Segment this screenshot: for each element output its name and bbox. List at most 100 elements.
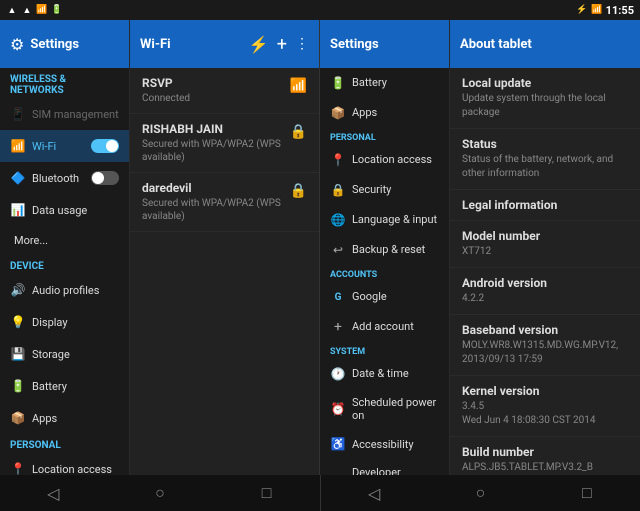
signal2-icon: ▲ — [21, 4, 33, 16]
data-icon: 📊 — [10, 202, 26, 218]
network-sub-daredevil: Secured with WPA/WPA2 (WPSavailable) — [142, 197, 281, 223]
accessibility-icon: ♿ — [330, 436, 346, 452]
settings-nav-item-battery[interactable]: 🔋 Battery — [320, 68, 449, 98]
nav-section-personal: PERSONAL — [320, 128, 449, 145]
wifi-network-daredevil[interactable]: daredevil Secured with WPA/WPA2 (WPSavai… — [130, 173, 319, 232]
network-name-daredevil: daredevil — [142, 181, 281, 195]
status-time: 11:55 — [606, 4, 634, 17]
sidebar-item-data[interactable]: 📊 Data usage — [0, 194, 129, 226]
settings-nav-item-addaccount[interactable]: + Add account — [320, 312, 449, 342]
more-label: More... — [10, 234, 48, 247]
language2-label: Language & input — [352, 213, 437, 226]
wifi-signal-rsvp: 📶 — [290, 78, 307, 94]
about-item-kernel: Kernel version 3.4.5Wed Jun 4 18:08:30 C… — [450, 376, 640, 437]
wifi-add-icon[interactable]: + — [277, 34, 287, 55]
left-recent-button[interactable]: □ — [249, 479, 285, 507]
android-title: Android version — [462, 276, 628, 290]
settings-nav-item-datetime[interactable]: 🕐 Date & time — [320, 359, 449, 389]
network-sub-rishabh: Secured with WPA/WPA2 (WPSavailable) — [142, 138, 281, 164]
location-label: Location access — [32, 463, 112, 476]
baseband-sub: MOLY.WR8.W1315.MD.WG.MP.V12,2013/09/13 1… — [462, 339, 628, 367]
about-header-title: About tablet — [460, 37, 532, 52]
left-panel: ⚙ Settings WIRELESS & NETWORKS 📱 SIM man… — [0, 20, 320, 475]
left-home-button[interactable]: ○ — [142, 479, 178, 507]
bluetooth-toggle[interactable] — [91, 171, 119, 185]
data-label: Data usage — [32, 204, 87, 217]
settings-nav-item-location[interactable]: 📍 Location access — [320, 145, 449, 175]
scheduledpower-label: Scheduled power on — [352, 396, 439, 422]
charge-icon: ⚡ — [576, 4, 588, 16]
apps2-label: Apps — [352, 106, 377, 119]
bottom-navigation: ◁ ○ □ ◁ ○ □ — [0, 475, 640, 511]
settings-nav-item-scheduledpower[interactable]: ⏰ Scheduled power on — [320, 389, 449, 429]
language2-icon: 🌐 — [330, 212, 346, 228]
battery-label: Battery — [32, 380, 67, 393]
status-title: Status — [462, 137, 628, 151]
sidebar-item-location[interactable]: 📍 Location access — [0, 453, 129, 475]
wifi-refresh-icon[interactable]: ⚡ — [249, 35, 269, 54]
settings-nav-item-developer[interactable]: {} Developer options — [320, 459, 449, 475]
settings-nav-item-google[interactable]: G Google — [320, 282, 449, 312]
status-sub: Status of the battery, network, and othe… — [462, 153, 628, 181]
wifi-panel-header: Wi-Fi ⚡ + ⋮ — [130, 20, 319, 68]
settings-nav-item-apps[interactable]: 📦 Apps — [320, 98, 449, 128]
audio-icon: 🔊 — [10, 282, 26, 298]
wifi-menu-icon[interactable]: ⋮ — [295, 36, 309, 52]
wifi-status-icon: 📶 — [36, 4, 48, 16]
apps-icon: 📦 — [10, 410, 26, 426]
main-panels: ⚙ Settings WIRELESS & NETWORKS 📱 SIM man… — [0, 20, 640, 475]
about-item-localupdate[interactable]: Local update Update system through the l… — [450, 68, 640, 129]
apps-label: Apps — [32, 412, 57, 425]
build-sub: ALPS.JB5.TABLET.MP.V3.2_B — [462, 461, 628, 475]
status-bar-right: ⚡ 📶 11:55 — [576, 4, 634, 17]
sidebar-item-storage[interactable]: 💾 Storage — [0, 338, 129, 370]
sidebar-item-audio[interactable]: 🔊 Audio profiles — [0, 274, 129, 306]
about-header: About tablet — [450, 20, 640, 68]
bluetooth-icon: 🔷 — [10, 170, 26, 186]
sidebar-item-wifi[interactable]: 📶 Wi-Fi — [0, 130, 129, 162]
right-bottom-bar: ◁ ○ □ — [320, 475, 640, 511]
localupdate-title: Local update — [462, 76, 628, 90]
sidebar-item-more[interactable]: More... — [0, 226, 129, 255]
right-back-button[interactable]: ◁ — [356, 479, 392, 507]
sidebar-item-apps[interactable]: 📦 Apps — [0, 402, 129, 434]
settings-nav-item-accessibility[interactable]: ♿ Accessibility — [320, 429, 449, 459]
sidebar-item-sim[interactable]: 📱 SIM management — [0, 98, 129, 130]
right-settings-title: Settings — [330, 37, 379, 52]
display-label: Display — [32, 316, 68, 329]
wifi-network-rishabh[interactable]: RISHABH JAIN Secured with WPA/WPA2 (WPSa… — [130, 114, 319, 173]
google-icon: G — [330, 289, 346, 305]
settings-nav-item-security[interactable]: 🔒 Security — [320, 175, 449, 205]
right-home-button[interactable]: ○ — [462, 479, 498, 507]
location2-label: Location access — [352, 153, 432, 166]
baseband-title: Baseband version — [462, 323, 628, 337]
settings-nav-item-language[interactable]: 🌐 Language & input — [320, 205, 449, 235]
accessibility-label: Accessibility — [352, 438, 414, 451]
section-device: DEVICE — [0, 255, 129, 274]
about-item-legal[interactable]: Legal information — [450, 190, 640, 221]
settings-nav-item-backup[interactable]: ↩ Backup & reset — [320, 235, 449, 265]
about-item-buildnumber: Build number ALPS.JB5.TABLET.MP.V3.2_B — [450, 437, 640, 475]
network-sub-rsvp: Connected — [142, 92, 190, 105]
left-bottom-bar: ◁ ○ □ — [0, 475, 320, 511]
backup-icon: ↩ — [330, 242, 346, 258]
about-item-androidversion: Android version 4.2.2 — [450, 268, 640, 315]
wifi-toggle[interactable] — [91, 139, 119, 153]
sidebar-item-display[interactable]: 💡 Display — [0, 306, 129, 338]
developer-label: Developer options — [352, 466, 439, 475]
wifi-icon: 📶 — [10, 138, 26, 154]
wifi-network-rsvp[interactable]: RSVP Connected 📶 — [130, 68, 319, 114]
left-back-button[interactable]: ◁ — [35, 479, 71, 507]
sidebar-item-bluetooth[interactable]: 🔷 Bluetooth — [0, 162, 129, 194]
datetime-label: Date & time — [352, 367, 409, 380]
left-sidebar-title: Settings — [30, 37, 79, 52]
wifi-content: Wi-Fi ⚡ + ⋮ RSVP Connected 📶 RISHABH JAI… — [130, 20, 319, 475]
sidebar-item-battery[interactable]: 🔋 Battery — [0, 370, 129, 402]
right-recent-button[interactable]: □ — [569, 479, 605, 507]
right-panel: Settings 🔋 Battery 📦 Apps PERSONAL 📍 Loc… — [320, 20, 640, 475]
signal3-icon: 📶 — [591, 4, 603, 16]
security2-label: Security — [352, 183, 391, 196]
about-item-status[interactable]: Status Status of the battery, network, a… — [450, 129, 640, 190]
location2-icon: 📍 — [330, 152, 346, 168]
left-sidebar-header: ⚙ Settings — [0, 20, 129, 68]
